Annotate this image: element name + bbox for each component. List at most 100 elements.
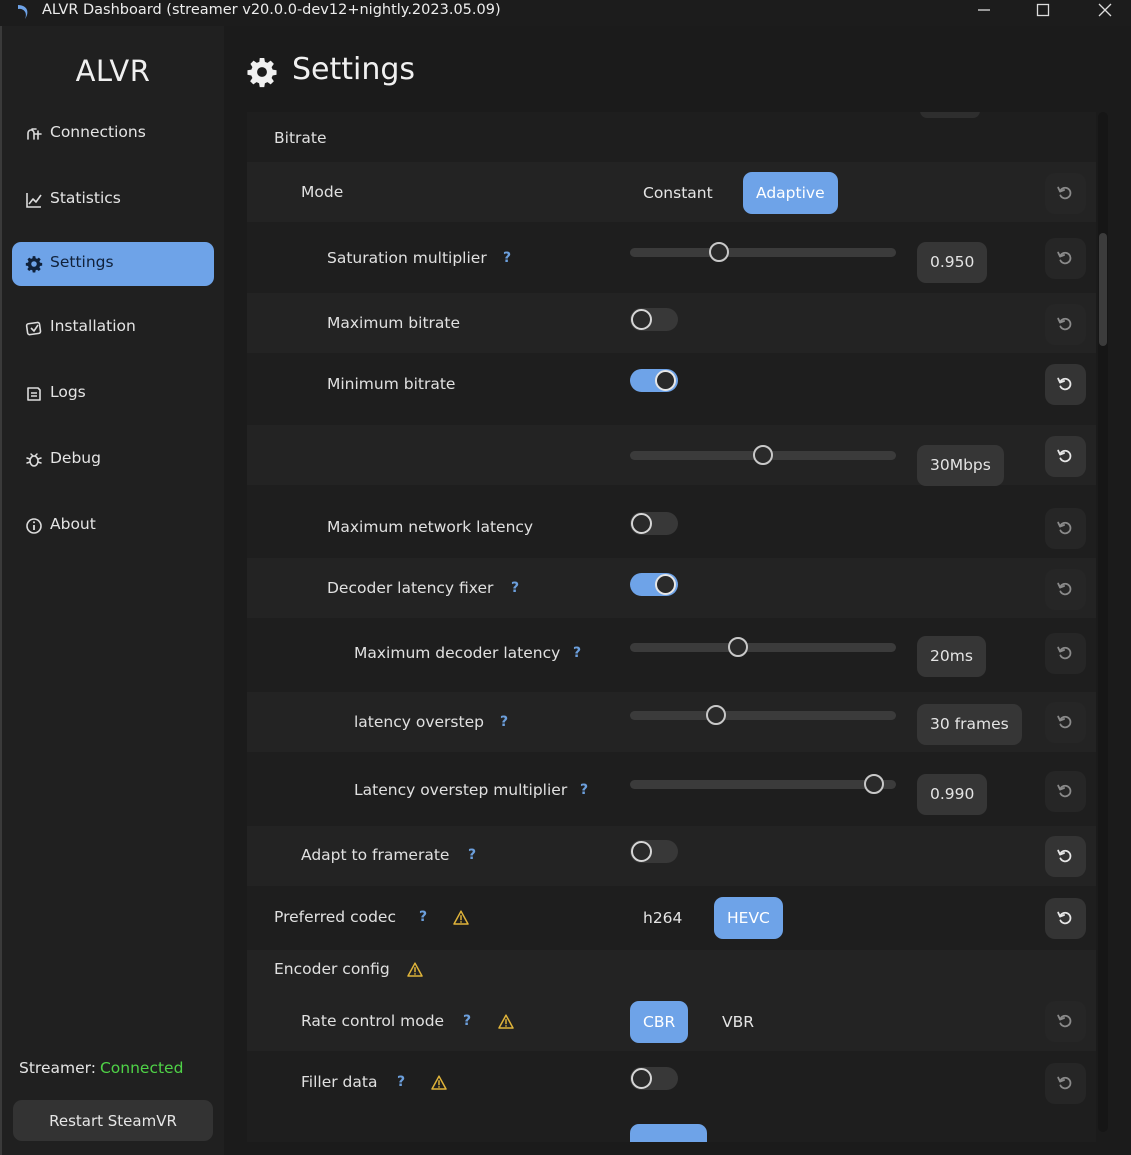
sidebar: ALVR Connections Statistics Settings Ins… bbox=[0, 26, 224, 1155]
warning-icon bbox=[498, 1014, 514, 1029]
saturation-multiplier-value[interactable]: 0.950 bbox=[917, 242, 988, 283]
installation-icon bbox=[25, 321, 42, 336]
reset-button[interactable] bbox=[1045, 633, 1086, 674]
slider-thumb[interactable] bbox=[709, 242, 729, 262]
rate-control-option-cbr[interactable]: CBR bbox=[630, 1001, 689, 1043]
warning-icon bbox=[453, 910, 469, 925]
settings-scrollbar[interactable] bbox=[1098, 112, 1108, 1132]
codec-option-hevc[interactable]: HEVC bbox=[714, 897, 783, 939]
setting-label: Saturation multiplier bbox=[327, 249, 487, 267]
minimum-bitrate-value[interactable]: 30Mbps bbox=[917, 445, 1004, 486]
reset-button[interactable] bbox=[1045, 898, 1086, 939]
sidebar-item-debug[interactable]: Debug bbox=[12, 438, 214, 482]
setting-label: Decoder latency fixer bbox=[327, 579, 494, 597]
settings-row-adapt-to-framerate: Adapt to framerate ? bbox=[247, 826, 1096, 886]
sidebar-item-label: Statistics bbox=[50, 189, 121, 207]
reset-icon bbox=[1057, 376, 1073, 392]
maximize-button[interactable] bbox=[1020, 0, 1066, 24]
filler-data-toggle[interactable] bbox=[630, 1067, 678, 1090]
reset-button[interactable] bbox=[1045, 436, 1086, 477]
reset-button[interactable] bbox=[1045, 1063, 1086, 1104]
help-button[interactable]: ? bbox=[468, 847, 476, 863]
latency-overstep-value[interactable]: 30 frames bbox=[917, 704, 1022, 745]
reset-button[interactable] bbox=[1045, 836, 1086, 877]
help-button[interactable]: ? bbox=[573, 645, 581, 661]
minimum-bitrate-slider[interactable] bbox=[630, 445, 896, 465]
setting-label: Preferred codec bbox=[274, 908, 396, 926]
minimize-button[interactable] bbox=[961, 0, 1007, 24]
sidebar-item-installation[interactable]: Installation bbox=[12, 306, 214, 350]
reset-button[interactable] bbox=[1045, 569, 1086, 610]
reset-button[interactable] bbox=[1045, 364, 1086, 405]
codec-option-h264[interactable]: h264 bbox=[630, 897, 695, 939]
maximum-decoder-latency-slider[interactable] bbox=[630, 637, 896, 657]
help-button[interactable]: ? bbox=[419, 909, 427, 925]
reset-button[interactable] bbox=[1045, 771, 1086, 812]
toggle-knob bbox=[631, 513, 652, 534]
chart-icon bbox=[26, 193, 42, 208]
sidebar-item-about[interactable]: About bbox=[12, 504, 214, 548]
close-button[interactable] bbox=[1082, 0, 1128, 24]
reset-button[interactable] bbox=[1045, 508, 1086, 549]
help-button[interactable]: ? bbox=[503, 250, 511, 266]
sidebar-item-statistics[interactable]: Statistics bbox=[12, 178, 214, 222]
settings-row-latency-overstep: latency overstep ? 30 frames bbox=[247, 692, 1096, 752]
help-button[interactable]: ? bbox=[580, 782, 588, 798]
reset-button[interactable] bbox=[1045, 304, 1086, 345]
setting-label: Maximum decoder latency bbox=[354, 644, 561, 662]
maximum-network-latency-toggle[interactable] bbox=[630, 512, 678, 535]
setting-label: Filler data bbox=[301, 1073, 378, 1091]
reset-icon bbox=[1057, 185, 1073, 201]
help-button[interactable]: ? bbox=[463, 1013, 471, 1029]
reset-button[interactable] bbox=[1045, 702, 1086, 743]
restart-steamvr-button[interactable]: Restart SteamVR bbox=[13, 1100, 213, 1141]
setting-label: Mode bbox=[301, 183, 344, 201]
mode-option-adaptive[interactable]: Adaptive bbox=[743, 172, 838, 214]
maximum-bitrate-toggle[interactable] bbox=[630, 308, 678, 331]
rate-control-option-vbr[interactable]: VBR bbox=[709, 1001, 767, 1043]
slider-thumb[interactable] bbox=[706, 705, 726, 725]
settings-row-mode: Mode Constant Adaptive bbox=[247, 162, 1096, 222]
sidebar-item-logs[interactable]: Logs bbox=[12, 372, 214, 416]
slider-thumb[interactable] bbox=[728, 637, 748, 657]
settings-row-filler-data: Filler data ? bbox=[247, 1053, 1096, 1113]
toggle-knob bbox=[655, 370, 676, 391]
help-button[interactable]: ? bbox=[397, 1074, 405, 1090]
slider-thumb[interactable] bbox=[753, 445, 773, 465]
reset-button[interactable] bbox=[1045, 173, 1086, 214]
reset-button[interactable] bbox=[1045, 1001, 1086, 1042]
decoder-latency-fixer-toggle[interactable] bbox=[630, 573, 678, 596]
settings-row-saturation-multiplier: Saturation multiplier ? 0.950 bbox=[247, 228, 1096, 288]
latency-overstep-slider[interactable] bbox=[630, 705, 896, 725]
maximum-decoder-latency-value[interactable]: 20ms bbox=[917, 636, 986, 677]
reset-icon bbox=[1057, 848, 1073, 864]
slider-thumb[interactable] bbox=[864, 774, 884, 794]
warning-icon bbox=[407, 962, 423, 977]
setting-label: Minimum bitrate bbox=[327, 375, 456, 393]
settings-row-decoder-latency-fixer: Decoder latency fixer ? bbox=[247, 558, 1096, 618]
toggle-knob bbox=[655, 574, 676, 595]
latency-overstep-multiplier-value[interactable]: 0.990 bbox=[917, 774, 988, 815]
sidebar-item-settings[interactable]: Settings bbox=[12, 242, 214, 286]
settings-row-minimum-bitrate-value: 30Mbps bbox=[247, 425, 1096, 486]
saturation-multiplier-slider[interactable] bbox=[630, 242, 896, 262]
reset-button[interactable] bbox=[1045, 238, 1086, 279]
gear-icon bbox=[25, 255, 43, 273]
latency-overstep-multiplier-slider[interactable] bbox=[630, 774, 896, 794]
mode-option-constant[interactable]: Constant bbox=[630, 172, 726, 214]
close-icon bbox=[1098, 3, 1112, 17]
title-bar: ALVR Dashboard (streamer v20.0.0-dev12+n… bbox=[0, 0, 1131, 26]
settings-row-rate-control-mode: Rate control mode ? CBR VBR bbox=[247, 991, 1096, 1051]
toggle-knob bbox=[631, 1068, 652, 1089]
sidebar-item-connections[interactable]: Connections bbox=[12, 112, 214, 156]
toggle-knob bbox=[631, 841, 652, 862]
next-setting-button-partial[interactable] bbox=[630, 1124, 707, 1142]
help-button[interactable]: ? bbox=[500, 714, 508, 730]
reset-icon bbox=[1057, 581, 1073, 597]
adapt-to-framerate-toggle[interactable] bbox=[630, 840, 678, 863]
scrollbar-thumb[interactable] bbox=[1099, 233, 1107, 346]
streamer-label: Streamer: bbox=[19, 1059, 96, 1077]
reset-icon bbox=[1057, 316, 1073, 332]
help-button[interactable]: ? bbox=[511, 580, 519, 596]
minimum-bitrate-toggle[interactable] bbox=[630, 369, 678, 392]
